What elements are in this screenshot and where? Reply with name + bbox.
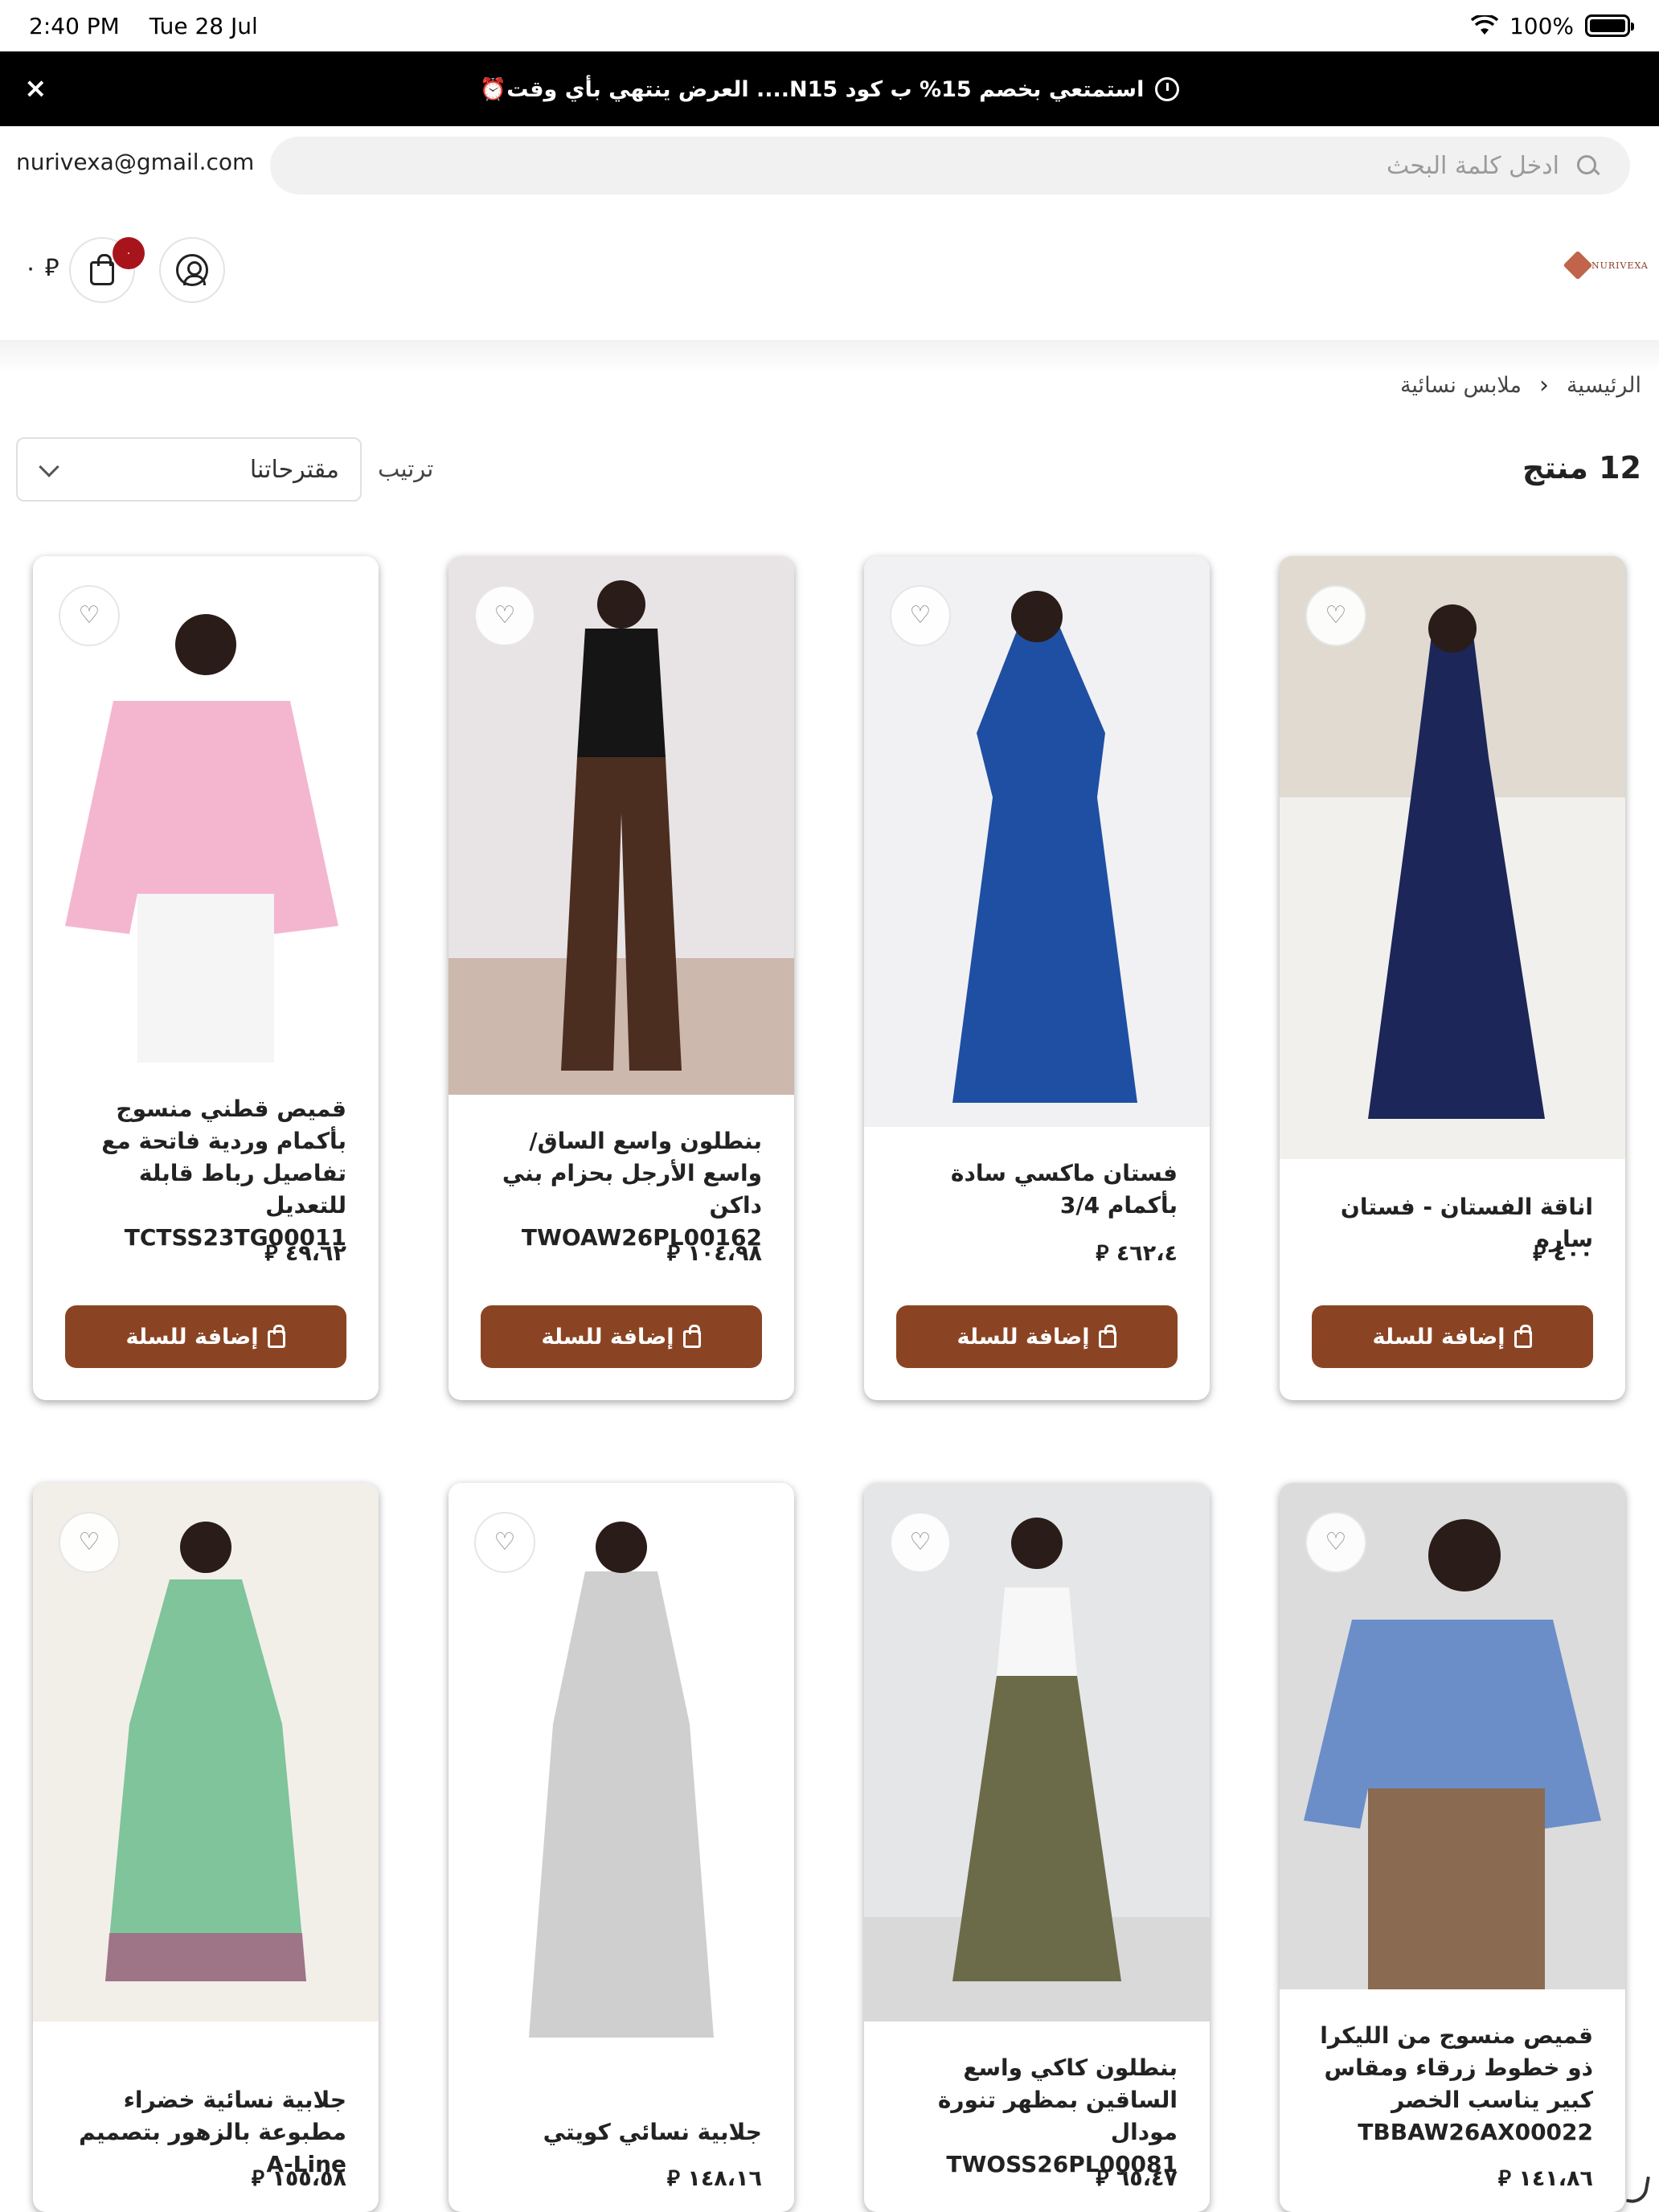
product-name[interactable]: بنطلون واسع الساق/واسع الأرجل بحزام بني … (473, 1125, 762, 1254)
product-name[interactable]: جلابية نسائي كويتي (473, 2116, 762, 2149)
cart-total: ٠ ⃁ (24, 254, 59, 282)
promo-text: استمتعي بخصم 15% ب كود N15.... العرض ينت… (479, 76, 1145, 102)
user-icon (176, 254, 208, 286)
product-card[interactable]: ♡ اناقة الفستان - فستان ساره ٤٠٠ ⃁ إضافة… (1280, 556, 1625, 1400)
wishlist-button[interactable]: ♡ (1305, 1512, 1366, 1573)
brand-logo[interactable]: NURIVEXA (1563, 250, 1649, 281)
account-button[interactable] (159, 237, 225, 303)
product-count: 12 منتج (1522, 450, 1641, 485)
product-name[interactable]: قميص منسوج من الليكرا ذو خطوط زرقاء ومقا… (1304, 2020, 1593, 2149)
search-row: nurivexa@gmail.com (0, 126, 1659, 203)
heart-icon: ♡ (78, 601, 100, 629)
heart-icon: ♡ (909, 1528, 932, 1556)
wishlist-button[interactable]: ♡ (1305, 585, 1366, 646)
sort-dropdown[interactable]: مقترحاتنا (16, 437, 362, 502)
add-to-cart-button[interactable]: إضافة للسلة (65, 1305, 346, 1368)
wishlist-button[interactable]: ♡ (59, 1512, 120, 1573)
product-name[interactable]: قميص قطني منسوج بأكمام وردية فاتحة مع تف… (57, 1093, 346, 1254)
chevron-down-icon (39, 457, 59, 477)
sort-selected-value: مقترحاتنا (249, 455, 339, 484)
wifi-icon (1470, 15, 1498, 35)
shopping-bag-icon (268, 1325, 286, 1348)
home-indicator (1626, 2173, 1650, 2206)
sort-label: ترتيب (378, 455, 434, 482)
search-bar[interactable] (270, 137, 1630, 195)
heart-icon: ♡ (494, 1528, 516, 1556)
product-card[interactable]: ♡ فستان ماكسي سادة بأكمام 3/4 ٤٦٢،٤ ⃁ إض… (864, 556, 1210, 1400)
product-image[interactable] (449, 1483, 794, 2086)
heart-icon: ♡ (909, 601, 932, 629)
logo-mark-icon (1563, 250, 1593, 281)
product-price: ٤٩،٦٢ ⃁ (264, 1241, 346, 1266)
product-card[interactable]: ♡ بنطلون كاكي واسع الساقين بمظهر تنورة م… (864, 1483, 1210, 2212)
status-time: 2:40 PM (29, 12, 120, 39)
product-price: ٤٦٢،٤ ⃁ (1096, 1241, 1178, 1266)
cart-count-badge: ٠ (113, 237, 145, 269)
breadcrumb: الرئيسية ‹ ملابس نسائية (1400, 371, 1641, 399)
add-to-cart-button[interactable]: إضافة للسلة (1312, 1305, 1593, 1368)
logo-text: NURIVEXA (1591, 260, 1649, 271)
search-input[interactable] (363, 151, 1559, 180)
product-name[interactable]: فستان ماكسي سادة بأكمام 3/4 (888, 1157, 1178, 1222)
battery-icon (1585, 14, 1634, 37)
shopping-bag-icon (1514, 1325, 1533, 1348)
product-card[interactable]: ♡ جلابية نسائي كويتي ١٤٨،١٦ ⃁ (449, 1483, 794, 2212)
close-icon[interactable]: × (24, 72, 47, 104)
clock-icon (1155, 76, 1180, 101)
wishlist-button[interactable]: ♡ (474, 1512, 535, 1573)
add-to-cart-button[interactable]: إضافة للسلة (896, 1305, 1178, 1368)
product-image[interactable] (1280, 556, 1625, 1159)
add-to-cart-label: إضافة للسلة (1372, 1324, 1505, 1350)
wishlist-button[interactable]: ♡ (59, 585, 120, 646)
shopping-bag-icon (1099, 1325, 1117, 1348)
chevron-left-icon: ‹ (1539, 371, 1549, 399)
shopping-bag-icon (90, 254, 114, 285)
heart-icon: ♡ (78, 1528, 100, 1556)
add-to-cart-label: إضافة للسلة (956, 1324, 1090, 1350)
breadcrumb-current: ملابس نسائية (1399, 373, 1522, 398)
wishlist-button[interactable]: ♡ (474, 585, 535, 646)
product-price: ١٥٥،٥٨ ⃁ (251, 2166, 346, 2191)
promo-banner: استمتعي بخصم 15% ب كود N15.... العرض ينت… (0, 51, 1659, 126)
search-icon (1575, 154, 1600, 178)
breadcrumb-home[interactable]: الرئيسية (1567, 373, 1641, 398)
status-date: Tue 28 Jul (149, 12, 258, 39)
product-price: ١٤١،٨٦ ⃁ (1497, 2166, 1593, 2191)
heart-icon: ♡ (494, 601, 516, 629)
heart-icon: ♡ (1325, 601, 1347, 629)
product-card[interactable]: ♡ قميص منسوج من الليكرا ذو خطوط زرقاء وم… (1280, 1483, 1625, 2212)
wishlist-button[interactable]: ♡ (890, 585, 951, 646)
product-price: ١٠٤،٩٨ ⃁ (666, 1241, 762, 1266)
site-header: ٠ ⃁ ٠ NURIVEXA (0, 203, 1659, 340)
product-card[interactable]: ♡ بنطلون واسع الساق/واسع الأرجل بحزام بن… (449, 556, 794, 1400)
account-email[interactable]: nurivexa@gmail.com (16, 149, 254, 175)
add-to-cart-button[interactable]: إضافة للسلة (481, 1305, 762, 1368)
battery-percent: 100% (1509, 12, 1574, 39)
status-time-date: 2:40 PM Tue 28 Jul (29, 13, 281, 39)
product-card[interactable]: ♡ قميص قطني منسوج بأكمام وردية فاتحة مع … (33, 556, 379, 1400)
status-bar: 2:40 PM Tue 28 Jul 100% (0, 0, 1659, 51)
wishlist-button[interactable]: ♡ (890, 1512, 951, 1573)
heart-icon: ♡ (1325, 1528, 1347, 1556)
add-to-cart-label: إضافة للسلة (541, 1324, 674, 1350)
shopping-bag-icon (683, 1325, 702, 1348)
product-price: ٦٥،٤٧ ⃁ (1096, 2166, 1178, 2191)
header-divider (0, 340, 1659, 372)
add-to-cart-label: إضافة للسلة (125, 1324, 259, 1350)
product-name[interactable]: بنطلون كاكي واسع الساقين بمظهر تنورة مود… (888, 2052, 1178, 2181)
product-price: ٤٠٠ ⃁ (1533, 1241, 1593, 1266)
status-indicators: 100% (1470, 12, 1634, 39)
product-price: ١٤٨،١٦ ⃁ (666, 2166, 762, 2191)
product-card[interactable]: ♡ جلابية نسائية خضراء مطبوعة بالزهور بتص… (33, 1483, 379, 2212)
